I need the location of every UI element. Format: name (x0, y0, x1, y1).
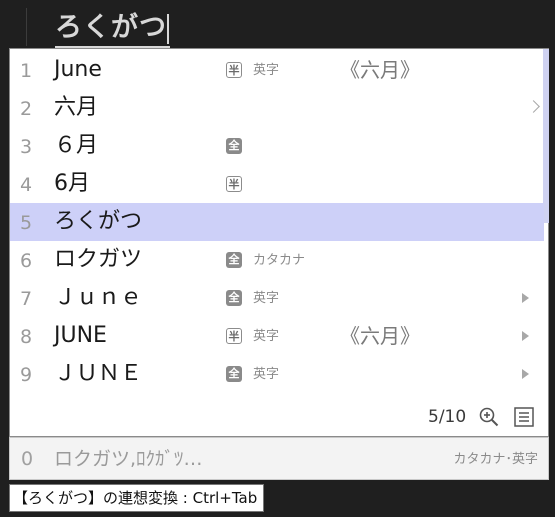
candidate-text: ろくがつ (54, 209, 143, 234)
associative-conversion-hint: 【ろくがつ】の連想変換 : Ctrl+Tab (9, 484, 265, 512)
candidate-number: 9 (20, 364, 33, 386)
editor-gutter-line (26, 8, 27, 46)
candidate-number: 6 (20, 250, 33, 272)
text-cursor (167, 13, 169, 44)
candidate-type: 英字 (253, 329, 280, 344)
candidate-annotation: 《六月》 (340, 324, 420, 348)
candidate-text: JUNE (54, 323, 107, 348)
half-width-badge: 半 (226, 328, 242, 344)
chevron-right-icon[interactable] (522, 331, 529, 341)
full-width-badge: 全 (226, 290, 242, 306)
ime-screen: ろくがつ 1 June 半 英字 《六月》 2 六月 3 ６月 全 4 6月 半 (0, 0, 555, 517)
candidate-row-1[interactable]: 1 June 半 英字 《六月》 (10, 51, 544, 89)
candidate-row-7[interactable]: 7 Ｊｕｎｅ 全 英字 (10, 279, 544, 317)
list-icon[interactable] (514, 407, 534, 427)
candidate-text: ロクガツ (54, 247, 143, 272)
candidate-type: 英字 (253, 63, 280, 78)
candidate-number: 3 (20, 136, 33, 158)
candidate-row-6[interactable]: 6 ロクガツ 全 カタカナ (10, 241, 544, 279)
candidate-row-4[interactable]: 4 6月 半 (10, 165, 544, 203)
candidate-text: Ｊｕｎｅ (54, 285, 143, 310)
candidate-annotation: 《六月》 (340, 58, 420, 82)
candidate-text: ６月 (54, 133, 99, 158)
chevron-right-icon[interactable] (522, 293, 529, 303)
full-width-badge: 全 (226, 366, 242, 382)
candidate-text: 6月 (54, 171, 90, 196)
candidate-row-2[interactable]: 2 六月 (10, 89, 544, 127)
page-indicator: 5/10 (428, 407, 467, 427)
candidate-type: カタカナ (253, 253, 306, 268)
candidate-row-9[interactable]: 9 ＪＵＮＥ 全 英字 (10, 355, 544, 393)
candidate-number: 5 (20, 212, 33, 234)
candidate-text: June (54, 57, 102, 82)
candidate-row-8[interactable]: 8 JUNE 半 英字 《六月》 (10, 317, 544, 355)
candidate-number: 4 (20, 174, 33, 196)
candidate-number: 7 (20, 288, 33, 310)
prediction-number: 0 (21, 448, 34, 470)
zoom-in-icon[interactable] (479, 407, 499, 427)
chevron-right-icon[interactable] (522, 369, 529, 379)
prediction-row[interactable]: 0 ロクガツ,ﾛｸｶﾞﾂ… カタカナ･英字 (9, 437, 549, 480)
candidate-type: 英字 (253, 291, 280, 306)
prediction-type: カタカナ･英字 (453, 452, 538, 467)
candidate-number: 1 (20, 60, 33, 82)
half-width-badge: 半 (226, 62, 242, 78)
composition-string[interactable]: ろくがつ (55, 10, 170, 48)
chevron-right-icon[interactable] (527, 100, 540, 113)
full-width-badge: 全 (226, 138, 242, 154)
candidate-text: 六月 (54, 95, 99, 120)
full-width-badge: 全 (226, 252, 242, 268)
candidate-row-5-selected[interactable]: 5 ろくがつ (10, 203, 544, 241)
prediction-text: ロクガツ,ﾛｸｶﾞﾂ… (54, 448, 203, 470)
candidate-row-3[interactable]: 3 ６月 全 (10, 127, 544, 165)
candidate-number: 8 (20, 326, 33, 348)
composition-text: ろくがつ (55, 12, 167, 43)
composition-area: ろくがつ (0, 0, 555, 48)
candidate-number: 2 (20, 98, 33, 120)
candidate-footer: 5/10 (10, 399, 544, 435)
candidate-window: 1 June 半 英字 《六月》 2 六月 3 ６月 全 4 6月 半 5 ろく… (9, 48, 549, 437)
candidate-type: 英字 (253, 367, 280, 382)
candidate-text: ＪＵＮＥ (54, 361, 143, 386)
half-width-badge: 半 (226, 176, 242, 192)
